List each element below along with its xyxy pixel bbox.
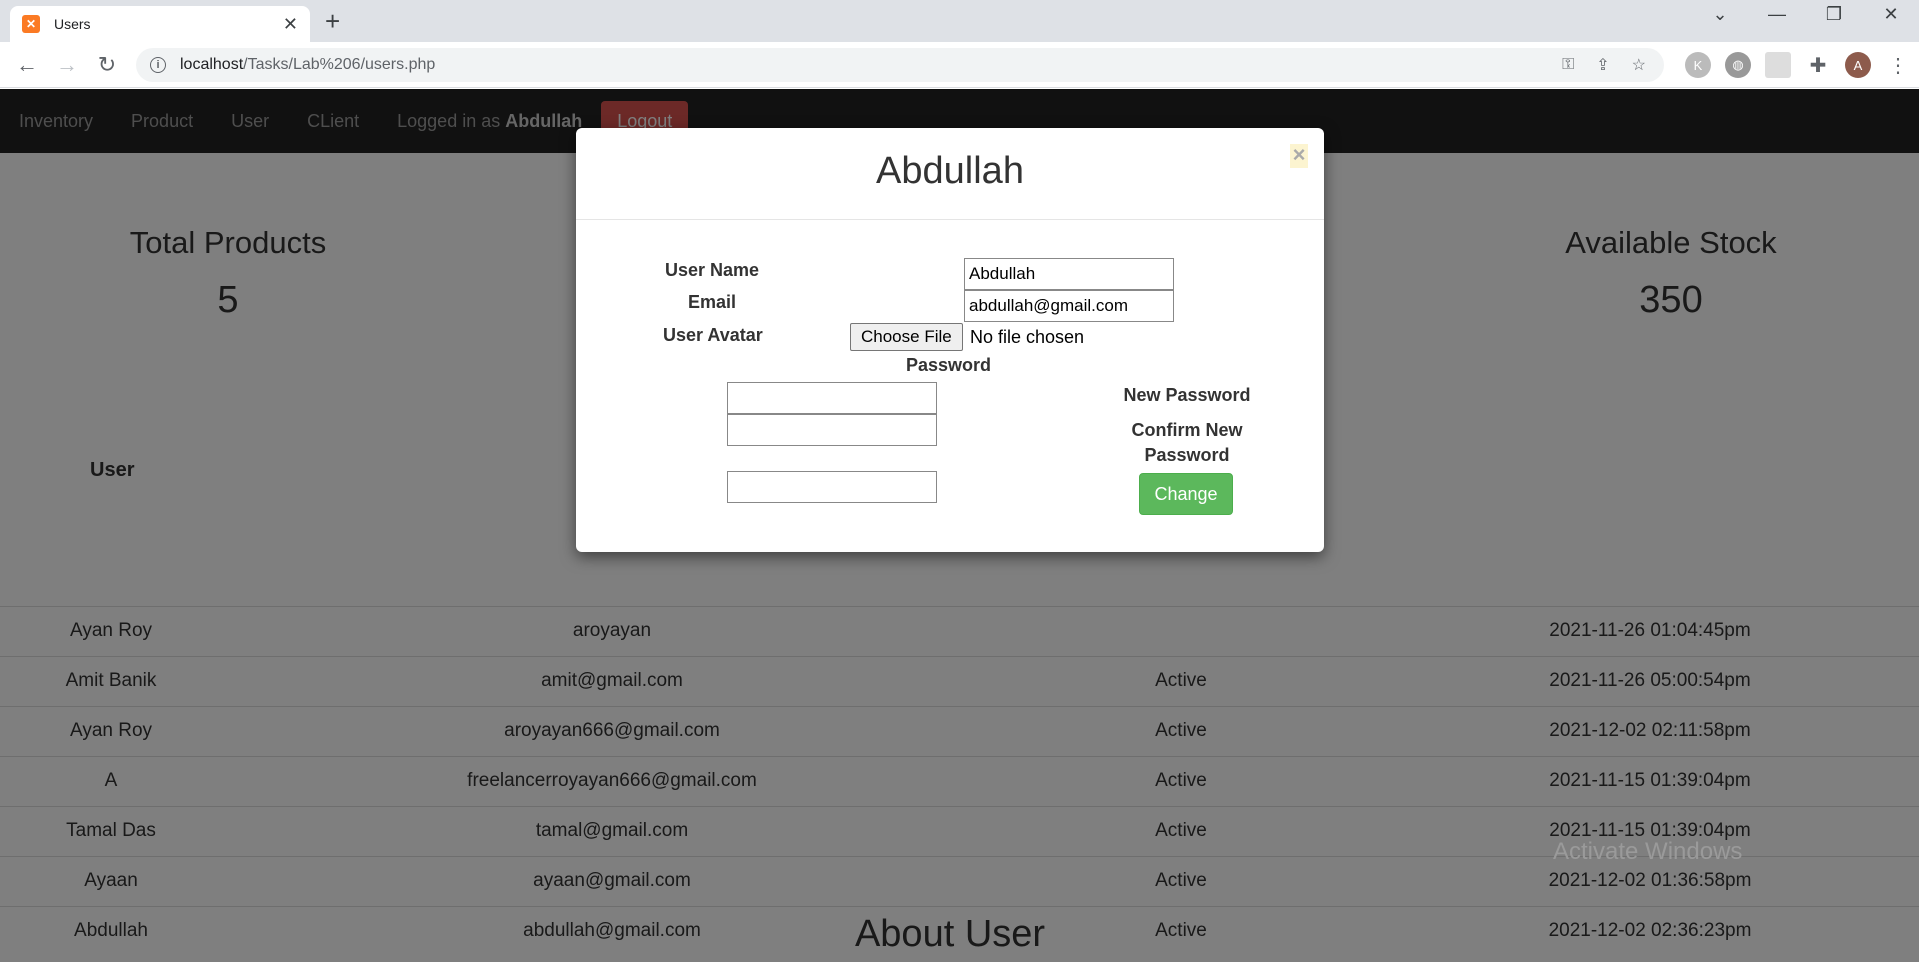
globe-extension-icon[interactable]: ◍ [1725, 52, 1751, 78]
username-input[interactable] [964, 258, 1174, 290]
tab-search-icon[interactable]: ⌄ [1700, 4, 1740, 25]
edit-user-modal: Abdullah × User Name Email User Avatar C… [576, 128, 1324, 552]
extension-k-icon[interactable]: K [1685, 52, 1711, 78]
email-input[interactable] [964, 290, 1174, 322]
minimize-icon[interactable]: — [1757, 4, 1797, 25]
new-tab-icon[interactable]: + [325, 6, 340, 37]
close-icon[interactable]: × [1290, 144, 1308, 168]
reload-icon[interactable]: ↻ [94, 52, 120, 78]
password-label: Password [906, 355, 992, 375]
url-host: localhost [180, 56, 244, 73]
bookmark-star-icon[interactable]: ☆ [1632, 55, 1646, 75]
key-icon[interactable]: ⚿ [1562, 56, 1574, 74]
new-password-input[interactable] [727, 414, 937, 446]
browser-toolbar: ← → ↻ i localhost/Tasks/Lab%206/users.ph… [0, 42, 1919, 88]
browser-tab-bar: ✕ Users ✕ + ⌄ — ❐ ✕ [0, 0, 1919, 42]
address-bar[interactable]: i localhost/Tasks/Lab%206/users.php ⚿ ⇪ … [136, 48, 1664, 82]
info-icon[interactable]: i [150, 57, 166, 73]
xampp-icon: ✕ [22, 15, 40, 33]
menu-kebab-icon[interactable]: ⋮ [1885, 52, 1911, 78]
username-label: User Name [665, 260, 760, 280]
url-path: /Tasks/Lab%206/users.php [243, 56, 436, 73]
confirm-password-input[interactable] [727, 471, 937, 503]
back-icon[interactable]: ← [14, 52, 40, 78]
password-input[interactable] [727, 382, 937, 414]
modal-title: Abdullah [876, 150, 1024, 192]
modal-header: Abdullah × [576, 128, 1324, 220]
window-close-icon[interactable]: ✕ [1871, 4, 1911, 25]
tab-title: Users [54, 16, 91, 32]
avatar-label: User Avatar [663, 325, 763, 345]
extensions-puzzle-icon[interactable]: ✚ [1805, 52, 1831, 78]
confirm-password-label: Confirm New Password [1131, 420, 1243, 465]
profile-avatar[interactable]: A [1845, 52, 1871, 78]
restore-icon[interactable]: ❐ [1814, 4, 1854, 25]
close-tab-icon[interactable]: ✕ [283, 14, 298, 35]
choose-file-button[interactable]: Choose File [850, 323, 963, 351]
email-label: Email [688, 292, 737, 312]
share-icon[interactable]: ⇪ [1596, 55, 1609, 75]
forward-icon[interactable]: → [54, 52, 80, 78]
browser-tab[interactable]: ✕ Users ✕ [10, 6, 310, 42]
extension-image-icon[interactable] [1765, 52, 1791, 78]
new-password-label: New Password [1123, 385, 1251, 405]
change-button[interactable]: Change [1139, 473, 1233, 515]
activate-windows-watermark: Activate Windows [1553, 838, 1743, 865]
no-file-chosen-text: No file chosen [970, 327, 1085, 347]
